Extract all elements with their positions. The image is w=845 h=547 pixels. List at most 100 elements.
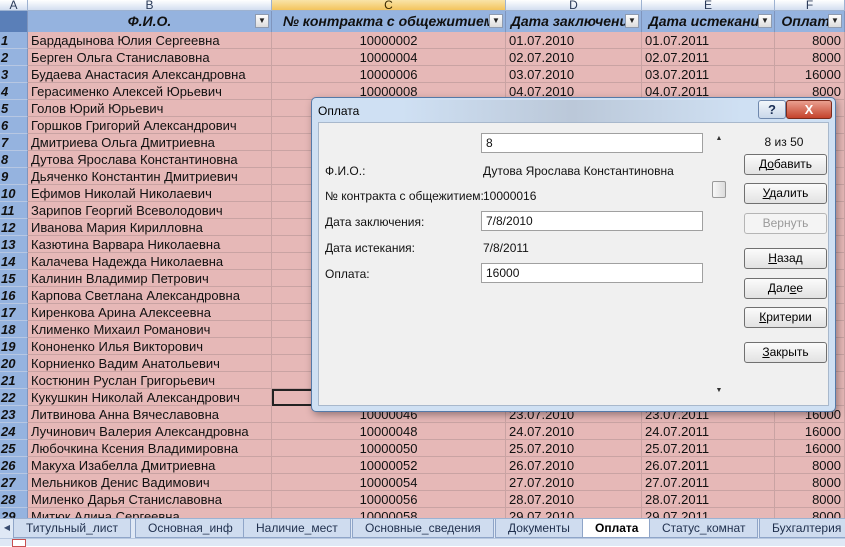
row-number[interactable]: 13: [0, 236, 28, 253]
row-number[interactable]: 28: [0, 491, 28, 508]
help-button[interactable]: ?: [758, 100, 786, 119]
header-cell[interactable]: Дата истекания ▼: [642, 11, 775, 32]
header-cell[interactable]: Дата заключения ▼: [506, 11, 642, 32]
cell-contract[interactable]: 10000050: [272, 440, 506, 457]
cell-contract[interactable]: 10000056: [272, 491, 506, 508]
cell-name[interactable]: Бардадынова Юлия Сергеевна: [28, 32, 272, 49]
sheet-tab[interactable]: Наличие_мест: [243, 519, 351, 538]
table-row[interactable]: 29 Митюк Алина Сергеевна 10000058 29.07.201…: [0, 508, 845, 518]
row-number[interactable]: 6: [0, 117, 28, 134]
row-number[interactable]: 8: [0, 151, 28, 168]
table-row[interactable]: 28 Миленко Дарья Станиславовна 10000056 28.…: [0, 491, 845, 508]
sheet-tab[interactable]: Титульный_лист: [13, 519, 131, 538]
cell-start[interactable]: 25.07.2010: [506, 440, 642, 457]
cell-contract[interactable]: 10000002: [272, 32, 506, 49]
cell-contract[interactable]: 10000048: [272, 423, 506, 440]
cell-end[interactable]: 25.07.2011: [642, 440, 775, 457]
cell-name[interactable]: Иванова Мария Кирилловна: [28, 219, 272, 236]
cell-pay[interactable]: 8000: [775, 457, 845, 474]
row-number[interactable]: 1: [0, 32, 28, 49]
cell-start[interactable]: 02.07.2010: [506, 49, 642, 66]
row-number[interactable]: 23: [0, 406, 28, 423]
cell-end[interactable]: 24.07.2011: [642, 423, 775, 440]
cell-end[interactable]: 27.07.2011: [642, 474, 775, 491]
row-number[interactable]: 27: [0, 474, 28, 491]
cell-start[interactable]: 24.07.2010: [506, 423, 642, 440]
cell-name[interactable]: Дутова Ярослава Константиновна: [28, 151, 272, 168]
cell-name[interactable]: Зарипов Георгий Всеволодович: [28, 202, 272, 219]
cell-pay[interactable]: 8000: [775, 49, 845, 66]
header-cell[interactable]: № контракта с общежитием ▼: [272, 11, 506, 32]
row-number[interactable]: 19: [0, 338, 28, 355]
scroll-down-icon[interactable]: ▼: [712, 385, 726, 397]
column-letter-d[interactable]: D: [506, 0, 642, 11]
cell-start[interactable]: 26.07.2010: [506, 457, 642, 474]
row-number[interactable]: 12: [0, 219, 28, 236]
table-row[interactable]: 25 Любочкина Ксения Владимировна 10000050 2…: [0, 440, 845, 457]
cell-name[interactable]: Горшков Григорий Александрович: [28, 117, 272, 134]
cell-name[interactable]: Голов Юрий Юрьевич: [28, 100, 272, 117]
cell-start[interactable]: 28.07.2010: [506, 491, 642, 508]
cell-end[interactable]: 02.07.2011: [642, 49, 775, 66]
cell-name[interactable]: Мельников Денис Вадимович: [28, 474, 272, 491]
cell-contract[interactable]: 10000052: [272, 457, 506, 474]
header-cell[interactable]: Ф.И.О. ▼: [28, 11, 272, 32]
column-letter-e[interactable]: E: [642, 0, 775, 11]
sheet-tab[interactable]: Основная_инф: [135, 519, 246, 538]
row-number[interactable]: 17: [0, 304, 28, 321]
delete-record-button[interactable]: Удалить: [744, 183, 827, 204]
close-dialog-button[interactable]: Закрыть: [744, 342, 827, 363]
cell-name[interactable]: Клименко Михаил Романович: [28, 321, 272, 338]
cell-pay[interactable]: 8000: [775, 491, 845, 508]
table-row[interactable]: 27 Мельников Денис Вадимович 10000054 27.07…: [0, 474, 845, 491]
table-row[interactable]: 1 Бардадынова Юлия Сергеевна 10000002 01.07…: [0, 32, 845, 49]
cell-pay[interactable]: 16000: [775, 66, 845, 83]
row-number[interactable]: 20: [0, 355, 28, 372]
payment-input[interactable]: [481, 263, 703, 283]
column-letter-c[interactable]: C: [272, 0, 506, 11]
row-number[interactable]: 3: [0, 66, 28, 83]
cell-name[interactable]: Кукушкин Николай Александрович: [28, 389, 272, 406]
cell-end[interactable]: 26.07.2011: [642, 457, 775, 474]
filter-dropdown-icon[interactable]: ▼: [758, 14, 772, 28]
cell-name[interactable]: Любочкина Ксения Владимировна: [28, 440, 272, 457]
row-number[interactable]: 14: [0, 253, 28, 270]
filter-dropdown-icon[interactable]: ▼: [489, 14, 503, 28]
table-row[interactable]: 3 Будаева Анастасия Александровна 10000006…: [0, 66, 845, 83]
row-number[interactable]: 5: [0, 100, 28, 117]
restore-button[interactable]: Вернуть: [744, 213, 827, 234]
header-cell[interactable]: Оплата ▼: [775, 11, 845, 32]
filter-dropdown-icon[interactable]: ▼: [625, 14, 639, 28]
row-number[interactable]: 2: [0, 49, 28, 66]
cell-name[interactable]: Макуха Изабелла Дмитриевна: [28, 457, 272, 474]
cell-pay[interactable]: 16000: [775, 423, 845, 440]
table-row[interactable]: 24 Лучинович Валерия Александровна 1000004…: [0, 423, 845, 440]
cell-pay[interactable]: 8000: [775, 474, 845, 491]
cell-name[interactable]: Дьяченко Константин Дмитриевич: [28, 168, 272, 185]
cell-start[interactable]: 27.07.2010: [506, 474, 642, 491]
row-number[interactable]: 11: [0, 202, 28, 219]
close-x-button[interactable]: X: [786, 100, 832, 119]
sheet-tab[interactable]: Бухгалтерия: [759, 519, 845, 538]
cell-name[interactable]: Будаева Анастасия Александровна: [28, 66, 272, 83]
cell-name[interactable]: Дмитриева Ольга Дмитриевна: [28, 134, 272, 151]
next-record-button[interactable]: Далее: [744, 278, 827, 299]
cell-pay[interactable]: 8000: [775, 32, 845, 49]
row-number[interactable]: 29: [0, 508, 28, 518]
column-letter-b[interactable]: B: [28, 0, 272, 11]
cell-start[interactable]: 29.07.2010: [506, 508, 642, 518]
cell-name[interactable]: Калачева Надежда Николаевна: [28, 253, 272, 270]
cell-name[interactable]: Калинин Владимир Петрович: [28, 270, 272, 287]
cell-name[interactable]: Корниенко Вадим Анатольевич: [28, 355, 272, 372]
cell-end[interactable]: 03.07.2011: [642, 66, 775, 83]
cell-name[interactable]: Лучинович Валерия Александровна: [28, 423, 272, 440]
scroll-up-icon[interactable]: ▲: [712, 133, 726, 145]
previous-record-button[interactable]: Назад: [744, 248, 827, 269]
table-row[interactable]: 2 Берген Ольга Станиславовна 10000004 02.07…: [0, 49, 845, 66]
cell-end[interactable]: 29.07.2011: [642, 508, 775, 518]
record-number-input[interactable]: [481, 133, 703, 153]
row-number[interactable]: 26: [0, 457, 28, 474]
row-number[interactable]: 15: [0, 270, 28, 287]
row-number[interactable]: 4: [0, 83, 28, 100]
cell-name[interactable]: Литвинова Анна Вячеславовна: [28, 406, 272, 423]
